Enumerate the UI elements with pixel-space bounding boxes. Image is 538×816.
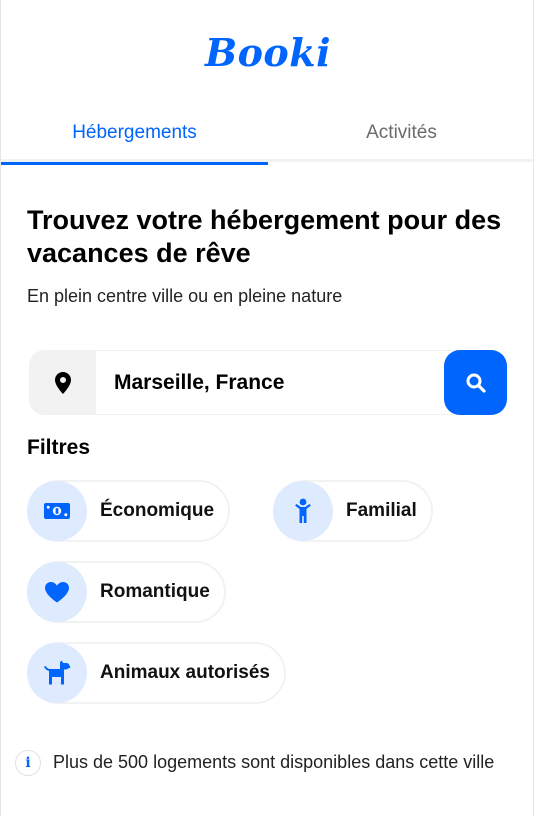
filter-label: Romantique	[100, 581, 210, 602]
heart-icon	[45, 582, 69, 603]
filter-label: Économique	[100, 500, 215, 521]
dog-icon	[44, 660, 71, 685]
page-subtitle: En plein centre ville ou en pleine natur…	[27, 286, 343, 306]
booki-logo[interactable]: Booki	[1, 30, 535, 75]
filter-familial[interactable]: Familial	[273, 480, 433, 542]
map-pin-icon	[55, 371, 71, 394]
filter-icon-box	[273, 481, 333, 541]
search-bar: Marseille, France	[29, 350, 507, 415]
filter-romantique[interactable]: Romantique	[27, 561, 226, 623]
search-input[interactable]: Marseille, France	[114, 351, 284, 414]
filter-animaux-autorises[interactable]: Animaux autorisés	[27, 642, 286, 704]
tab-activites[interactable]: Activités	[268, 104, 535, 162]
filter-icon-box	[27, 481, 87, 541]
main-tabs: Hébergements Activités	[1, 104, 535, 165]
info-icon: i	[15, 750, 41, 776]
filters-title: Filtres	[27, 436, 91, 459]
child-icon	[295, 498, 311, 523]
search-icon	[466, 373, 486, 393]
search-button[interactable]	[444, 350, 507, 415]
filter-icon-box	[27, 562, 87, 622]
location-field-icon-box	[30, 351, 96, 414]
tab-hebergements[interactable]: Hébergements	[1, 104, 268, 165]
info-text: Plus de 500 logements sont disponibles d…	[53, 752, 495, 772]
filter-label: Animaux autorisés	[100, 662, 270, 683]
page-frame: Booki Hébergements Activités Trouvez vot…	[0, 0, 535, 816]
page-title: Trouvez votre hébergement pour des vacan…	[27, 205, 502, 268]
filter-economique[interactable]: Économique	[27, 480, 231, 542]
money-icon	[44, 503, 70, 519]
filter-icon-box	[27, 643, 87, 703]
filter-label: Familial	[346, 500, 417, 521]
